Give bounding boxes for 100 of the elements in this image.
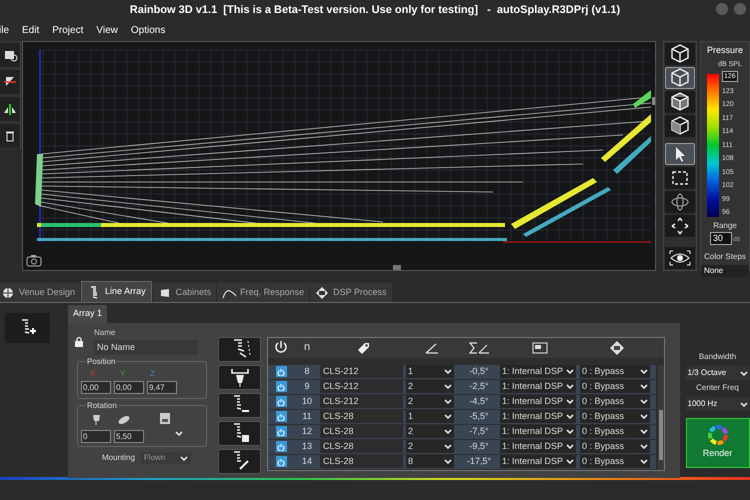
splay-dropdown[interactable]: 8 [406,455,454,468]
menu-item[interactable]: Project [52,22,84,38]
sum-angle-icon [467,340,491,356]
bandwidth-dropdown[interactable]: 1/3 Octave [686,366,750,380]
splay-dropdown[interactable]: 2 [406,380,454,393]
globe-icon [1,286,15,300]
power-icon [277,428,285,436]
axis-label: Y [120,368,126,380]
legend-title: Pressure [706,44,743,57]
dsp-dropdown[interactable]: 1: Internal DSP [500,380,576,393]
power-toggle[interactable] [276,411,286,422]
preset-dropdown[interactable]: 0 : Bypass [580,395,650,408]
coordinate-field[interactable]: 0,00 [81,381,111,394]
array-tool-button[interactable] [218,364,261,390]
model-field[interactable]: CLS-28 [320,455,403,468]
menu-item[interactable]: View [96,22,118,38]
view-tool-button[interactable] [665,247,695,269]
array-tool-button[interactable] [218,336,261,362]
tab[interactable]: Freq. Response [217,283,310,302]
array-tool-button[interactable] [218,392,261,418]
preset-dropdown[interactable]: 0 : Bypass [580,410,650,423]
model-field[interactable]: CLS-212 [320,365,403,378]
coordinate-field[interactable]: 0,00 [114,381,144,394]
tab[interactable]: DSP Process [310,283,392,302]
render-button[interactable]: Render [686,418,750,468]
tab[interactable]: Cabinets [152,283,216,302]
power-toggle[interactable] [276,381,286,392]
coordinate-field[interactable]: 9,47 [147,381,177,394]
preset-dropdown[interactable]: 0 : Bypass [580,425,650,438]
power-toggle[interactable] [276,426,286,437]
angle-value: -2,5° [469,380,489,393]
mounting-dropdown[interactable]: Flown [140,452,191,464]
tab[interactable]: Venue Design [0,283,80,302]
rotation-field[interactable]: 0 [81,430,111,443]
splay-dropdown[interactable]: 2 [406,425,454,438]
rotation-field[interactable]: 5,50 [114,430,144,443]
tool-button[interactable] [0,70,20,94]
tab[interactable]: Line Array [81,281,152,302]
mounting-label: Mounting [102,452,135,464]
model-field[interactable]: CLS-28 [320,410,403,423]
view-tool-button[interactable] [665,143,695,165]
splay-dropdown[interactable]: 1 [406,410,454,423]
model-field[interactable]: CLS-28 [320,440,403,453]
dsp-dropdown[interactable]: 1: Internal DSP [500,440,576,453]
row-number: 8 [304,364,310,378]
array-tool-button[interactable] [218,448,261,474]
model-field[interactable]: CLS-212 [320,395,403,408]
splay-dropdown[interactable]: 2 [406,440,454,453]
color-steps-dropdown[interactable]: None [701,265,749,277]
tool-button[interactable] [0,124,20,148]
menu-item[interactable]: Options [130,22,166,38]
add-array-button[interactable] [5,313,50,343]
preset-dropdown[interactable]: 0 : Bypass [580,440,650,453]
row-number: 12 [302,424,312,438]
name-field[interactable]: No Name [94,340,198,355]
dsp-dropdown[interactable]: 1: Internal DSP [500,395,576,408]
tool-button[interactable] [0,43,20,67]
view-tool-button[interactable] [665,115,695,137]
view-tool-button[interactable] [665,191,695,213]
dsp-dropdown[interactable]: 1: Internal DSP [500,425,576,438]
power-icon [277,398,285,406]
power-icon [277,442,285,450]
view-tool-button[interactable] [665,67,695,89]
model-field[interactable]: CLS-28 [320,425,403,438]
splay-dropdown[interactable]: 2 [406,395,454,408]
view-tool-button[interactable] [665,43,695,65]
view-tool-button[interactable] [665,215,695,237]
dsp-dropdown[interactable]: 1: Internal DSP [500,365,576,378]
array-tool-button[interactable] [218,420,261,446]
power-toggle[interactable] [276,456,286,467]
tool-button[interactable] [0,97,20,121]
dsp-dropdown[interactable]: 1: Internal DSP [500,410,576,423]
chevron-down-icon [180,454,188,462]
mirror-icon [2,101,18,117]
menu-item[interactable]: Edit [22,22,40,38]
range-field[interactable]: 30 [710,232,732,245]
dsp-dropdown[interactable]: 1: Internal DSP [500,455,576,468]
model-field[interactable]: CLS-212 [320,380,403,393]
center-freq-dropdown[interactable]: 1000 Hz [686,397,750,411]
power-toggle[interactable] [276,441,286,452]
preset-dropdown[interactable]: 0 : Bypass [580,365,650,378]
preset-dropdown[interactable]: 0 : Bypass [580,380,650,393]
row-number: 14 [302,454,312,468]
chevron-down-icon [740,400,748,408]
power-toggle[interactable] [276,396,286,407]
chevron-down-icon [740,370,748,376]
window-title: Rainbow 3D v1.1 [This is a Beta-Test version. Use only for testing] - autoSplay.R3DPrj (v1.1) [130,2,620,18]
panel-tab[interactable]: Array 1 [68,305,108,322]
processor-icon [531,340,549,356]
power-toggle[interactable] [276,366,286,377]
view-tool-button[interactable] [665,91,695,113]
splay-dropdown[interactable]: 1 [406,365,454,378]
angle-value: -17,5° [466,454,492,468]
center-freq-label: Center Freq [696,382,739,394]
row-number: 11 [302,410,312,423]
menu-item[interactable]: ile [0,22,10,38]
power-icon [277,368,285,376]
power-icon [277,458,285,466]
view-tool-button[interactable] [665,167,695,189]
preset-dropdown[interactable]: 0 : Bypass [580,455,650,468]
